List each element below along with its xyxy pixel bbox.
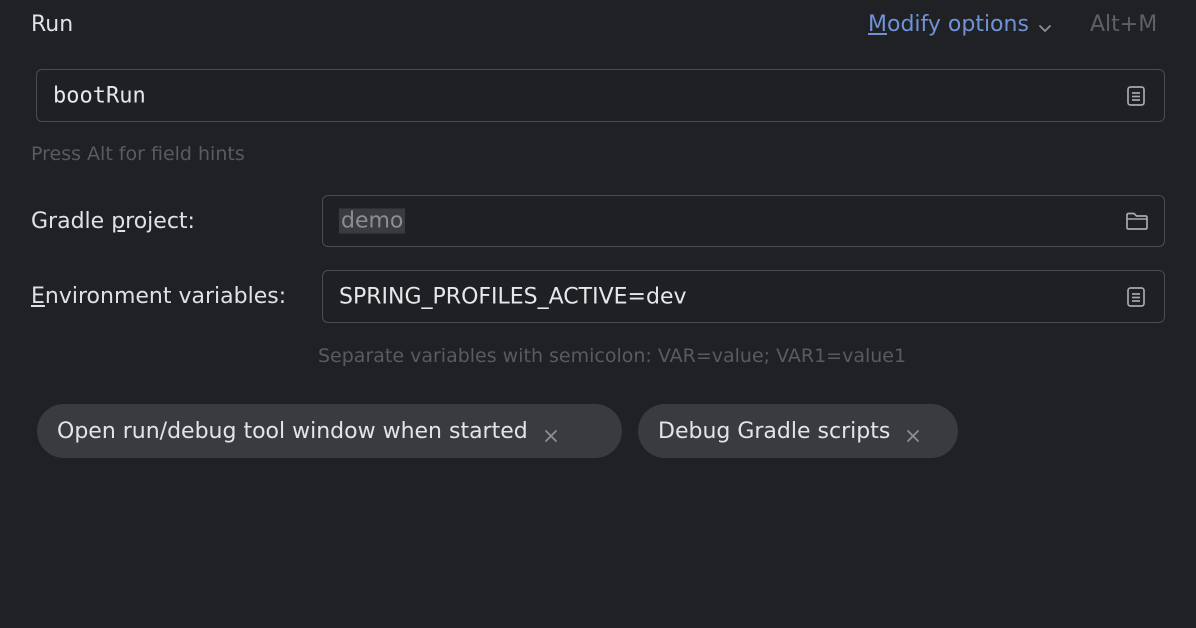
gradle-project-field[interactable]: demo (322, 195, 1165, 247)
modify-options-link[interactable]: Modify options (868, 12, 1053, 37)
option-chip-debug-gradle-scripts[interactable]: Debug Gradle scripts (638, 404, 958, 458)
chip-label: Debug Gradle scripts (658, 418, 891, 444)
env-variables-label-mnemonic: E (31, 284, 45, 309)
gradle-project-label-prefix: Gradle (31, 209, 112, 234)
env-variables-hint: Separate variables with semicolon: VAR=v… (318, 345, 907, 367)
close-icon[interactable] (906, 424, 920, 442)
expand-text-icon[interactable] (1124, 84, 1148, 108)
chip-label: Open run/debug tool window when started (57, 418, 528, 444)
gradle-project-label-mnemonic: p (111, 209, 126, 234)
shortcut-hint: Alt+M (1090, 12, 1158, 37)
run-configuration-panel: Run Modify options Alt+M bootRun Press A… (0, 0, 1196, 628)
expand-text-icon[interactable] (1124, 285, 1148, 309)
modify-options-label: odify options (886, 12, 1029, 37)
env-variables-field[interactable]: SPRING_PROFILES_ACTIVE=dev (322, 270, 1165, 323)
field-hints-text: Press Alt for field hints (31, 143, 245, 165)
gradle-project-label: Gradle project: (31, 209, 195, 234)
env-variables-label: Environment variables: (31, 284, 286, 309)
env-variables-value: SPRING_PROFILES_ACTIVE=dev (339, 284, 687, 309)
gradle-project-label-rest: roject: (125, 209, 195, 234)
task-field[interactable]: bootRun (36, 69, 1165, 122)
gradle-project-value: demo (339, 208, 406, 234)
task-field-value: bootRun (53, 83, 146, 108)
modify-options-mnemonic: M (868, 12, 887, 37)
section-title: Run (31, 12, 74, 37)
close-icon[interactable] (544, 424, 558, 442)
option-chip-open-tool-window[interactable]: Open run/debug tool window when started (37, 404, 622, 458)
chevron-down-icon (1037, 17, 1053, 33)
folder-icon[interactable] (1124, 209, 1148, 233)
env-variables-label-rest: nvironment variables: (44, 284, 287, 309)
